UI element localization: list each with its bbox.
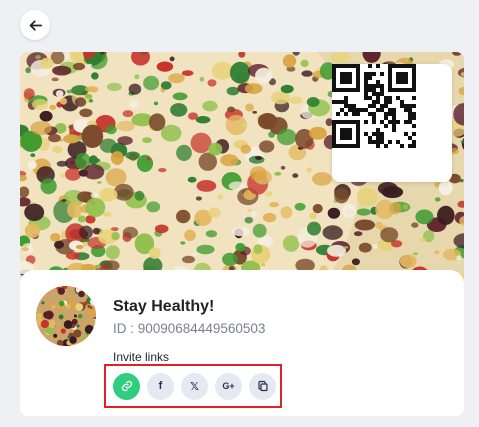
facebook-share-button[interactable]: f [147, 372, 174, 400]
x-share-button[interactable]: 𝕏 [181, 372, 208, 400]
profile-name: Stay Healthy! [113, 298, 215, 315]
x-icon: 𝕏 [190, 380, 199, 393]
qr-code[interactable] [332, 64, 452, 182]
google-plus-icon: G+ [222, 381, 235, 391]
invite-share-row: f 𝕏 G+ [104, 364, 282, 408]
profile-info-panel: Stay Healthy! ID : 90090684449560503 Inv… [20, 270, 464, 416]
cover-image [20, 52, 464, 292]
copy-button[interactable] [249, 372, 276, 400]
profile-card: Stay Healthy! ID : 90090684449560503 Inv… [20, 52, 464, 416]
arrow-left-icon [29, 19, 42, 31]
avatar [36, 286, 96, 346]
facebook-icon: f [158, 380, 163, 392]
google-plus-share-button[interactable]: G+ [215, 372, 242, 400]
invite-links-label: Invite links [113, 350, 170, 364]
link-icon [121, 380, 132, 392]
copy-link-button[interactable] [113, 372, 140, 400]
back-button[interactable] [20, 10, 50, 40]
profile-id: ID : 90090684449560503 [113, 321, 266, 336]
copy-icon [257, 380, 268, 392]
